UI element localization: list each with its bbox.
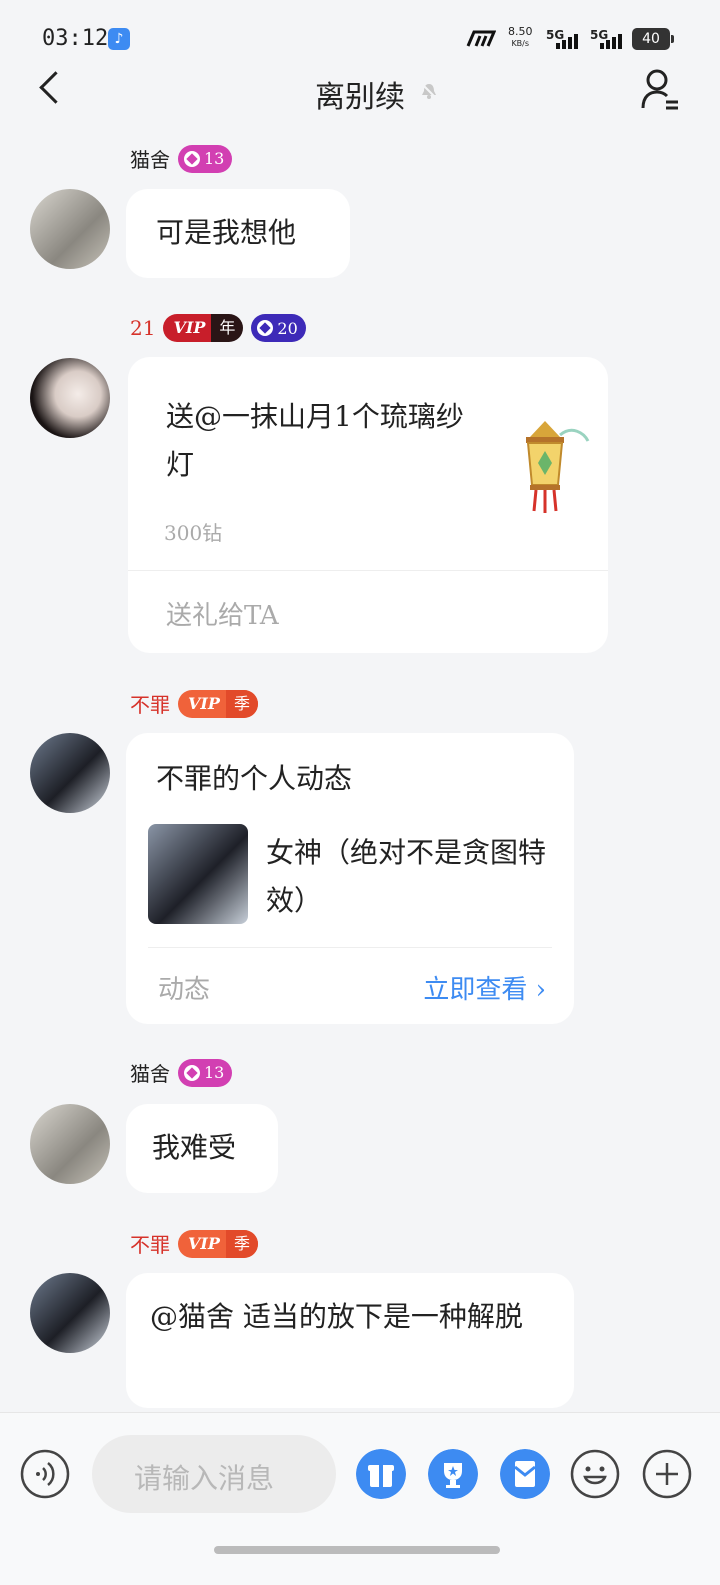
vip-term: 年: [211, 314, 244, 342]
home-indicator[interactable]: [214, 1546, 500, 1554]
trophy-icon[interactable]: [428, 1449, 478, 1499]
vip-term: 季: [225, 1229, 258, 1258]
battery-icon: 40: [632, 28, 674, 50]
avatar[interactable]: [30, 1104, 110, 1184]
post-footer-label: 动态: [158, 975, 211, 1005]
music-app-icon: ♪: [108, 28, 130, 50]
message-text: 可是我想他: [156, 216, 297, 249]
vip-badge: VIP 季: [178, 689, 258, 718]
divider: [148, 947, 552, 948]
level-badge: 13: [178, 144, 233, 173]
message-input[interactable]: 请输入消息: [92, 1435, 336, 1513]
message-text: @猫舍 适当的放下是一种解脱: [150, 1300, 523, 1333]
net-speed-unit: KB/s: [511, 39, 530, 48]
gift-price: 300钻: [164, 521, 223, 545]
vip-badge: VIP 季: [178, 1229, 258, 1258]
bell-muted-icon: [421, 83, 437, 99]
message-text: 我难受: [152, 1131, 237, 1164]
level-value: 20: [277, 318, 298, 338]
message-bubble[interactable]: 可是我想他: [126, 189, 350, 278]
sender-name: 猫舍: [130, 1062, 170, 1086]
net-speed: 8.50 KB/s: [508, 26, 533, 50]
input-placeholder: 请输入消息: [134, 1462, 275, 1495]
sender-name: 21: [130, 316, 156, 340]
lantern-icon: [526, 421, 590, 513]
vip-term: 季: [225, 689, 258, 718]
post-text: 女神（绝对不是贪图特效）: [266, 836, 547, 917]
send-gift-button[interactable]: 送礼给TA: [166, 595, 279, 632]
app-logo-icon: [466, 30, 496, 47]
sender-row: 猫舍 13: [130, 1058, 233, 1087]
diamond-icon: [257, 320, 274, 336]
status-bar: 03:12 ♪ 8.50 KB/s 5G 5G 40: [0, 0, 720, 68]
chat-title: 离别续: [315, 80, 405, 115]
post-card-title: 不罪的个人动态: [156, 762, 353, 795]
voice-icon[interactable]: [20, 1449, 70, 1499]
avatar[interactable]: [30, 358, 110, 438]
sender-name: 不罪: [130, 1233, 170, 1257]
vip-badge: VIP 年: [163, 314, 244, 342]
signal-icon: [600, 34, 622, 49]
gift-card[interactable]: 送@一抹山月1个琉璃纱灯 300钻 送礼给TA: [128, 357, 608, 653]
level-value: 13: [204, 1063, 225, 1082]
avatar[interactable]: [30, 189, 110, 269]
avatar[interactable]: [30, 1273, 110, 1353]
red-packet-icon[interactable]: [500, 1449, 550, 1499]
sender-name: 不罪: [130, 693, 170, 717]
input-bar: 请输入消息: [0, 1412, 720, 1585]
sender-row: 21 VIP 年 20: [130, 314, 306, 342]
sender-row: 不罪 VIP 季: [130, 1229, 258, 1258]
view-now-label: 立即查看: [423, 975, 528, 1005]
signal-icon: [556, 34, 578, 49]
chevron-right-icon: ›: [535, 975, 546, 1005]
view-now-link[interactable]: 立即查看 ›: [423, 969, 546, 1006]
gift-text: 送@一抹山月1个琉璃纱灯: [166, 400, 464, 481]
diamond-icon: [184, 150, 200, 167]
post-thumbnail[interactable]: [148, 824, 248, 924]
message-bubble[interactable]: @猫舍 适当的放下是一种解脱: [126, 1273, 574, 1408]
divider: [128, 570, 608, 571]
level-badge: 13: [178, 1058, 233, 1087]
sender-name: 猫舍: [130, 148, 170, 172]
message-bubble[interactable]: 我难受: [126, 1104, 278, 1193]
vip-label: VIP: [188, 1233, 220, 1253]
vip-label: VIP: [188, 693, 220, 713]
gift-icon[interactable]: [356, 1449, 406, 1499]
group-member-icon[interactable]: [640, 68, 680, 112]
diamond-icon: [184, 1064, 200, 1081]
emoji-icon[interactable]: [570, 1449, 620, 1499]
avatar[interactable]: [30, 733, 110, 813]
post-card[interactable]: 不罪的个人动态 女神（绝对不是贪图特效） 动态 立即查看 ›: [126, 733, 574, 1024]
level-badge: 20: [251, 314, 306, 342]
status-time: 03:12: [42, 26, 109, 51]
level-value: 13: [204, 149, 225, 168]
net-speed-value: 8.50: [508, 25, 533, 38]
plus-icon[interactable]: [642, 1449, 692, 1499]
sender-row: 猫舍 13: [130, 144, 233, 173]
vip-label: VIP: [163, 314, 212, 342]
sender-row: 不罪 VIP 季: [130, 689, 258, 718]
chat-header: 离别续: [0, 68, 720, 118]
